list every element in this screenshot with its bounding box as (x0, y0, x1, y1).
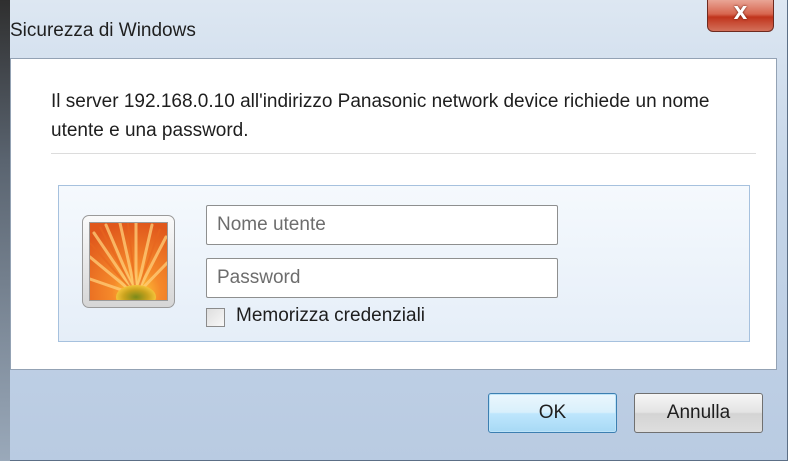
username-input[interactable] (206, 205, 558, 245)
security-dialog-window: Sicurezza di Windows X Il server 192.168… (0, 0, 788, 461)
dialog-content: Il server 192.168.0.10 all'indirizzo Pan… (10, 58, 777, 370)
cancel-button[interactable]: Annulla (634, 393, 763, 433)
credentials-panel: Memorizza credenziali (58, 185, 750, 342)
close-icon: X (733, 3, 748, 24)
orange-flower-user-tile-icon (89, 222, 168, 301)
password-input[interactable] (206, 258, 558, 298)
background-window-edge (0, 0, 10, 461)
remember-credentials-label: Memorizza credenziali (236, 305, 426, 326)
title-bar[interactable]: Sicurezza di Windows X (0, 0, 788, 41)
close-button[interactable]: X (707, 0, 774, 32)
user-tile-frame (82, 215, 175, 308)
remember-credentials-checkbox[interactable] (206, 308, 225, 327)
auth-message: Il server 192.168.0.10 all'indirizzo Pan… (51, 91, 710, 141)
window-title: Sicurezza di Windows (10, 20, 196, 41)
separator (51, 153, 756, 154)
ok-button[interactable]: OK (488, 393, 617, 433)
